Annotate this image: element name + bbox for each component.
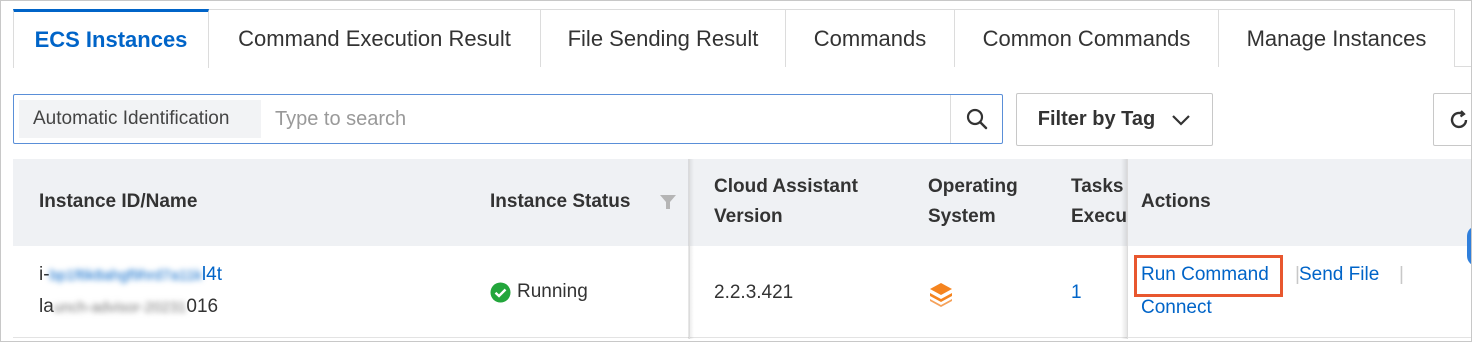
instance-name-mid: 0 — [186, 296, 197, 317]
column-cloud-assistant-version-line1: Cloud Assistant — [714, 176, 858, 197]
tab-manage-instances[interactable]: Manage Instances — [1219, 9, 1455, 67]
tab-command-execution-result[interactable]: Command Execution Result — [209, 9, 541, 67]
refresh-icon — [1450, 109, 1468, 128]
instance-id-prefix: i- — [39, 264, 50, 285]
ecs-console-frame: ECS Instances Command Execution Result F… — [0, 0, 1472, 342]
tasks-executed-link[interactable]: 1 — [1071, 282, 1082, 304]
connect-link[interactable]: Connect — [1141, 297, 1212, 319]
instance-name-suffix: 16 — [196, 296, 219, 317]
run-command-highlight — [1134, 255, 1283, 297]
tab-common-commands[interactable]: Common Commands — [955, 9, 1219, 67]
instance-id-link[interactable]: i-bp1f6k8ahgf9hrd7a11kl4t — [39, 264, 222, 286]
column-cloud-assistant-version-line2: Version — [714, 206, 783, 227]
column-divider — [689, 159, 690, 339]
instance-id-masked: bp1f6k8ahgf9hrd7a11k — [49, 267, 202, 284]
filter-by-tag-label: Filter by Tag — [1037, 108, 1156, 130]
column-operating-system-line2: System — [928, 206, 996, 227]
instance-name: launch-advisor-20231016 — [39, 296, 218, 318]
tab-ecs-instances[interactable]: ECS Instances — [13, 9, 209, 68]
instance-id-suffix: l4t — [201, 264, 222, 285]
column-instance-status: Instance Status — [490, 191, 631, 212]
check-circle-icon — [490, 282, 511, 302]
column-actions: Actions — [1141, 191, 1211, 212]
search-icon — [966, 108, 987, 130]
os-layers-icon — [930, 283, 952, 307]
tab-commands[interactable]: Commands — [786, 9, 955, 67]
cloud-assistant-version: 2.2.3.421 — [714, 282, 794, 303]
action-separator: | — [1399, 264, 1404, 285]
send-file-link[interactable]: Send File — [1299, 264, 1379, 286]
instance-name-masked: unch-advisor-20231 — [53, 299, 187, 316]
instance-name-prefix: la — [39, 296, 54, 317]
search-mode-selector[interactable]: Automatic Identification — [19, 100, 261, 138]
filter-by-tag-button[interactable]: Filter by Tag — [1016, 93, 1213, 146]
search-bar: Automatic Identification — [13, 94, 1003, 144]
column-tasks-line2: Execut — [1071, 206, 1127, 227]
search-input[interactable] — [261, 95, 950, 143]
refresh-button[interactable] — [1433, 93, 1471, 146]
status-text: Running — [517, 281, 588, 302]
chevron-down-icon — [1172, 114, 1190, 126]
tab-bar: ECS Instances Command Execution Result F… — [13, 9, 1471, 68]
column-tasks-line1: Tasks — [1071, 176, 1124, 197]
side-floating-tab[interactable] — [1467, 226, 1471, 266]
column-instance-id-name: Instance ID/Name — [39, 191, 198, 212]
column-operating-system-line1: Operating — [928, 176, 1018, 197]
filter-icon[interactable] — [659, 194, 677, 210]
search-button[interactable] — [950, 95, 1002, 143]
status-badge: Running — [490, 281, 588, 303]
column-divider — [1127, 159, 1128, 339]
tab-file-sending-result[interactable]: File Sending Result — [541, 9, 786, 67]
table-header: Instance ID/Name Instance Status Cloud A… — [13, 159, 1471, 246]
